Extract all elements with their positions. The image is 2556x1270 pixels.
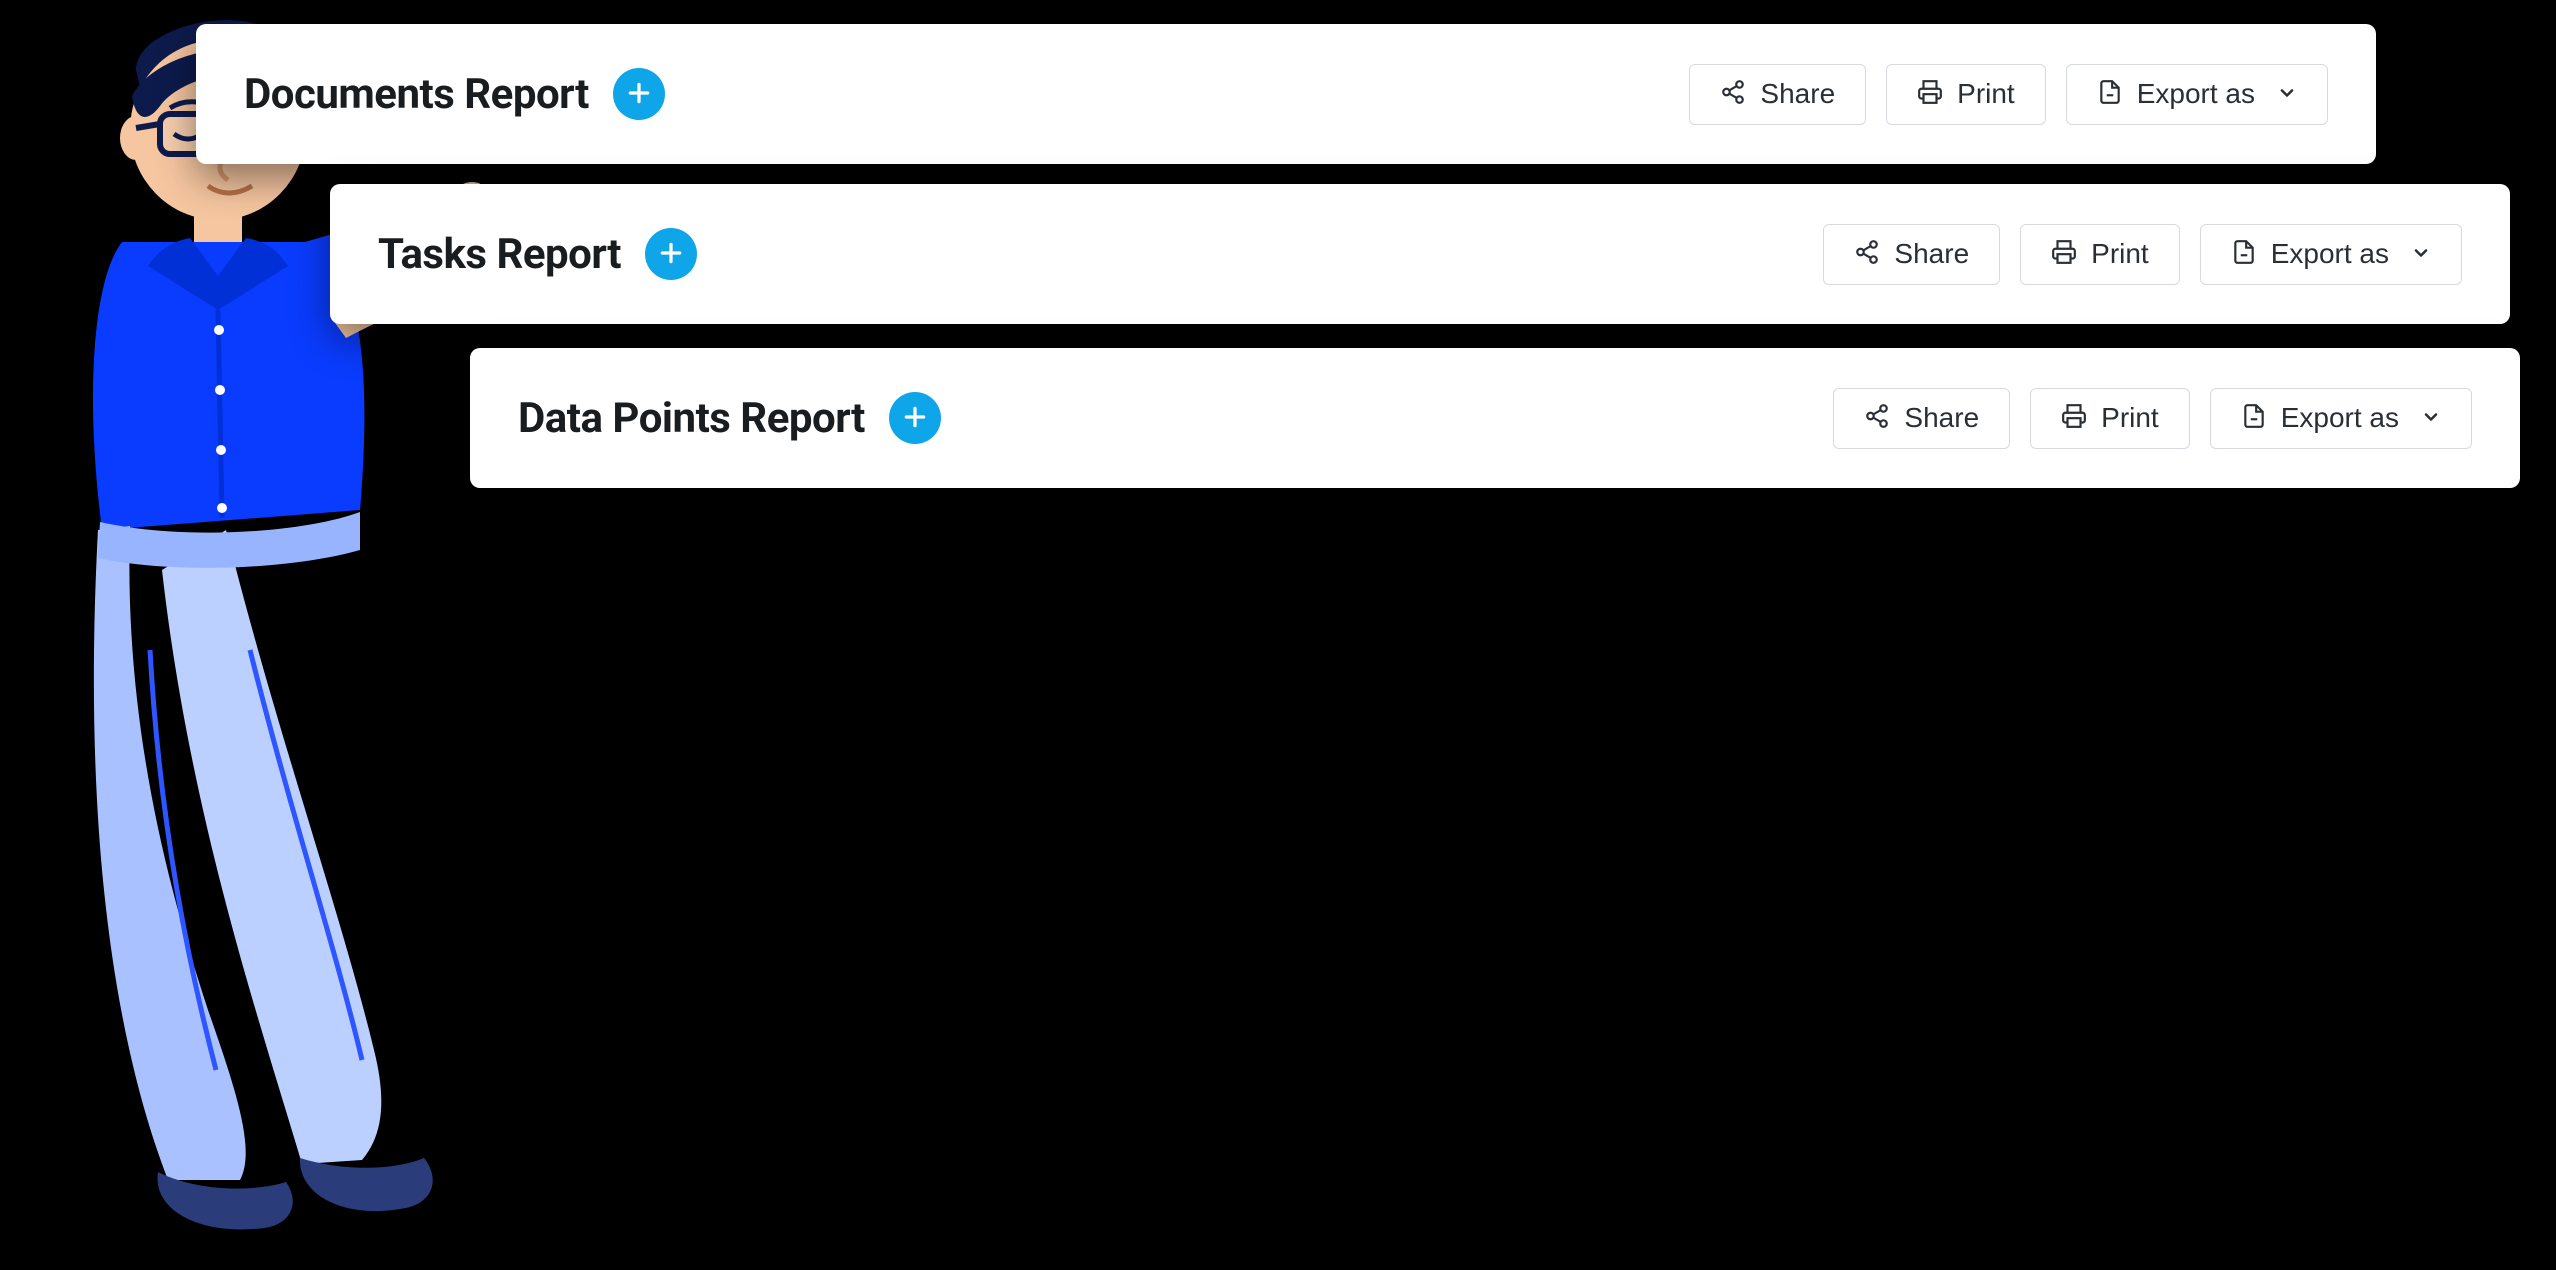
print-icon — [1917, 79, 1943, 110]
print-label: Print — [2091, 240, 2149, 268]
file-export-icon — [2097, 79, 2123, 110]
chevron-down-icon — [2411, 240, 2431, 268]
export-label: Export as — [2271, 240, 2389, 268]
share-label: Share — [1904, 404, 1979, 432]
add-report-button[interactable] — [645, 228, 697, 280]
print-button[interactable]: Print — [2030, 388, 2190, 449]
plus-icon — [902, 404, 928, 433]
report-title: Tasks Report — [378, 230, 621, 279]
share-label: Share — [1760, 80, 1835, 108]
file-export-icon — [2231, 239, 2257, 270]
print-label: Print — [2101, 404, 2159, 432]
share-button[interactable]: Share — [1689, 64, 1866, 125]
print-button[interactable]: Print — [2020, 224, 2180, 285]
share-button[interactable]: Share — [1833, 388, 2010, 449]
share-label: Share — [1894, 240, 1969, 268]
report-card-datapoints: Data Points Report Share Print — [470, 348, 2520, 488]
file-export-icon — [2241, 403, 2267, 434]
report-card-documents: Documents Report Share Print — [196, 24, 2376, 164]
share-icon — [1720, 79, 1746, 110]
print-icon — [2051, 239, 2077, 270]
chevron-down-icon — [2277, 80, 2297, 108]
plus-icon — [626, 80, 652, 109]
chevron-down-icon — [2421, 404, 2441, 432]
share-icon — [1854, 239, 1880, 270]
export-button[interactable]: Export as — [2210, 388, 2472, 449]
share-icon — [1864, 403, 1890, 434]
export-label: Export as — [2137, 80, 2255, 108]
report-title: Data Points Report — [518, 394, 865, 443]
print-button[interactable]: Print — [1886, 64, 2046, 125]
print-icon — [2061, 403, 2087, 434]
add-report-button[interactable] — [613, 68, 665, 120]
plus-icon — [658, 240, 684, 269]
export-button[interactable]: Export as — [2200, 224, 2462, 285]
print-label: Print — [1957, 80, 2015, 108]
share-button[interactable]: Share — [1823, 224, 2000, 285]
report-card-tasks: Tasks Report Share Print — [330, 184, 2510, 324]
export-label: Export as — [2281, 404, 2399, 432]
add-report-button[interactable] — [889, 392, 941, 444]
report-title: Documents Report — [244, 70, 589, 119]
export-button[interactable]: Export as — [2066, 64, 2328, 125]
